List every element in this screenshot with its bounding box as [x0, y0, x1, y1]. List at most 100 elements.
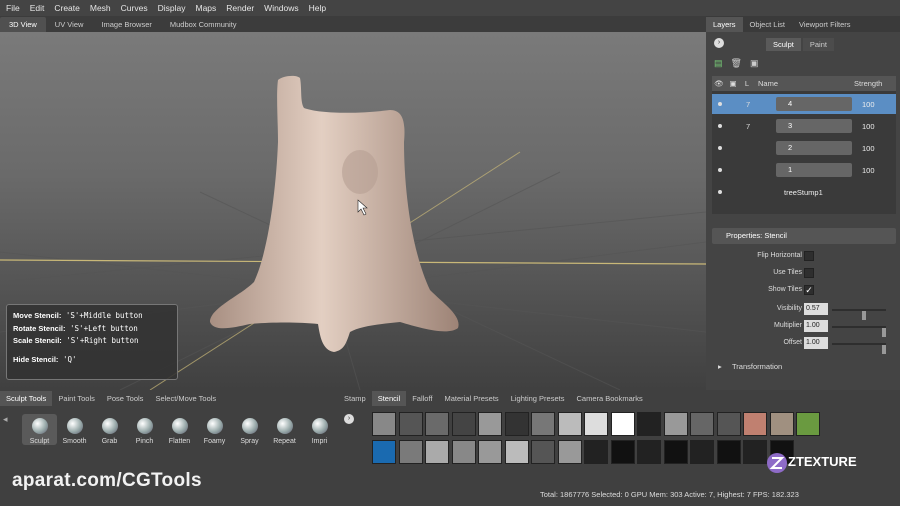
stencil-thumbnail[interactable] [425, 440, 449, 464]
show-tiles-checkbox[interactable]: ✓ [804, 285, 814, 295]
stencil-thumbnail[interactable] [610, 440, 635, 464]
stencil-thumbnail[interactable] [451, 440, 476, 464]
stencil-thumbnail[interactable] [372, 440, 396, 464]
stencil-thumbnail[interactable] [531, 412, 555, 436]
layer-row[interactable]: 7 3 100 [712, 116, 896, 136]
stencil-thumbnail[interactable] [557, 440, 582, 464]
tool-smooth[interactable]: Smooth [57, 414, 92, 445]
stencil-thumbnail[interactable] [451, 412, 476, 436]
stencil-thumbnail[interactable] [663, 412, 688, 436]
menu-edit[interactable]: Edit [30, 3, 45, 13]
layer-row[interactable]: 1 100 [712, 160, 896, 180]
multiplier-slider[interactable] [832, 326, 886, 337]
tab-uv-view[interactable]: UV View [46, 17, 93, 32]
layer-row[interactable]: 2 100 [712, 138, 896, 158]
tab-sculpt-tools[interactable]: Sculpt Tools [0, 391, 53, 406]
name-col-header[interactable]: Name [754, 79, 854, 88]
delete-layer-icon[interactable]: 🗑 [731, 58, 742, 69]
menu-file[interactable]: File [6, 3, 20, 13]
tab-pose-tools[interactable]: Pose Tools [101, 391, 150, 406]
offset-field[interactable]: 1.00 [804, 337, 828, 349]
stencil-thumbnail[interactable] [743, 440, 767, 464]
stencil-thumbnail[interactable] [716, 440, 741, 464]
stencil-thumbnail[interactable] [663, 440, 688, 464]
stencil-tray-collapse-icon[interactable]: › [344, 414, 354, 424]
stencil-thumbnail[interactable] [398, 412, 423, 436]
menu-curves[interactable]: Curves [121, 3, 148, 13]
tab-sculpt-layers[interactable]: Sculpt [766, 38, 801, 51]
eye-icon[interactable] [718, 168, 722, 172]
tab-camera-bookmarks[interactable]: Camera Bookmarks [570, 391, 648, 406]
stencil-thumbnail[interactable] [743, 412, 767, 436]
tab-paint-tools[interactable]: Paint Tools [52, 391, 101, 406]
eye-icon[interactable] [718, 102, 722, 106]
stencil-thumbnail[interactable] [637, 412, 661, 436]
tab-mudbox-community[interactable]: Mudbox Community [161, 17, 246, 32]
tab-stencil[interactable]: Stencil [371, 391, 407, 406]
tab-stamp[interactable]: Stamp [338, 391, 372, 406]
properties-header[interactable]: Properties: Stencil [712, 228, 896, 244]
stencil-thumbnail[interactable] [425, 412, 449, 436]
layer-options-icon[interactable]: ▣ [750, 58, 759, 69]
stencil-thumbnail[interactable] [398, 440, 423, 464]
stencil-thumbnail[interactable] [557, 412, 582, 436]
stencil-thumbnail[interactable] [690, 440, 714, 464]
offset-slider[interactable] [832, 343, 886, 354]
tab-viewport-filters[interactable]: Viewport Filters [792, 17, 858, 32]
tab-image-browser[interactable]: Image Browser [92, 17, 160, 32]
tab-lighting-presets[interactable]: Lighting Presets [505, 391, 571, 406]
strength-col-header[interactable]: Strength [854, 79, 890, 88]
flip-horizontal-checkbox[interactable] [804, 251, 814, 261]
layer-row[interactable]: treeStump1 [712, 182, 896, 202]
stencil-thumbnail[interactable] [372, 412, 396, 436]
menu-mesh[interactable]: Mesh [90, 3, 111, 13]
tool-repeat[interactable]: Repeat [267, 414, 302, 445]
tab-layers[interactable]: Layers [706, 17, 743, 32]
tray-collapse-icon[interactable]: ◂ [3, 414, 8, 425]
transformation-section[interactable]: ▸ Transformation [712, 360, 888, 374]
eye-icon[interactable] [718, 124, 722, 128]
stencil-thumbnail[interactable] [504, 412, 529, 436]
tool-grab[interactable]: Grab [92, 414, 127, 445]
visibility-slider[interactable] [832, 309, 886, 320]
stencil-thumbnail[interactable] [478, 412, 502, 436]
tool-imprint[interactable]: Impri [302, 414, 337, 445]
stencil-thumbnail[interactable] [531, 440, 555, 464]
tab-object-list[interactable]: Object List [743, 17, 792, 32]
new-layer-icon[interactable]: ▤ [714, 58, 723, 69]
stencil-thumbnail[interactable] [478, 440, 502, 464]
eye-icon[interactable] [718, 190, 722, 194]
stencil-thumbnail[interactable] [716, 412, 741, 436]
stencil-thumbnail[interactable] [504, 440, 529, 464]
menu-render[interactable]: Render [226, 3, 254, 13]
stencil-thumbnail[interactable] [610, 412, 635, 436]
tool-pinch[interactable]: Pinch [127, 414, 162, 445]
stencil-thumbnail[interactable] [769, 412, 794, 436]
menu-maps[interactable]: Maps [195, 3, 216, 13]
tab-3d-view[interactable]: 3D View [0, 17, 46, 32]
menu-windows[interactable]: Windows [264, 3, 298, 13]
stencil-thumbnail[interactable] [796, 412, 820, 436]
tool-foamy[interactable]: Foamy [197, 414, 232, 445]
eye-icon[interactable] [718, 146, 722, 150]
layer-row[interactable]: 7 4 100 [712, 94, 896, 114]
stencil-thumbnail[interactable] [690, 412, 714, 436]
tool-spray[interactable]: Spray [232, 414, 267, 445]
tool-flatten[interactable]: Flatten [162, 414, 197, 445]
stencil-thumbnail[interactable] [637, 440, 661, 464]
menu-create[interactable]: Create [54, 3, 80, 13]
menu-help[interactable]: Help [309, 3, 326, 13]
tab-paint-layers[interactable]: Paint [802, 38, 834, 51]
tab-falloff[interactable]: Falloff [406, 391, 438, 406]
visibility-field[interactable]: 0.57 [804, 303, 828, 315]
tool-sculpt[interactable]: Sculpt [22, 414, 57, 445]
expand-icon[interactable]: ▸ [718, 360, 722, 374]
multiplier-field[interactable]: 1.00 [804, 320, 828, 332]
tab-select-move-tools[interactable]: Select/Move Tools [149, 391, 222, 406]
stencil-thumbnail[interactable] [584, 440, 608, 464]
collapse-icon[interactable]: › [714, 38, 724, 48]
use-tiles-checkbox[interactable] [804, 268, 814, 278]
menu-display[interactable]: Display [158, 3, 186, 13]
stencil-thumbnail[interactable] [584, 412, 608, 436]
3d-viewport[interactable]: Move Stencil: 'S'+Middle button Rotate S… [0, 32, 706, 390]
